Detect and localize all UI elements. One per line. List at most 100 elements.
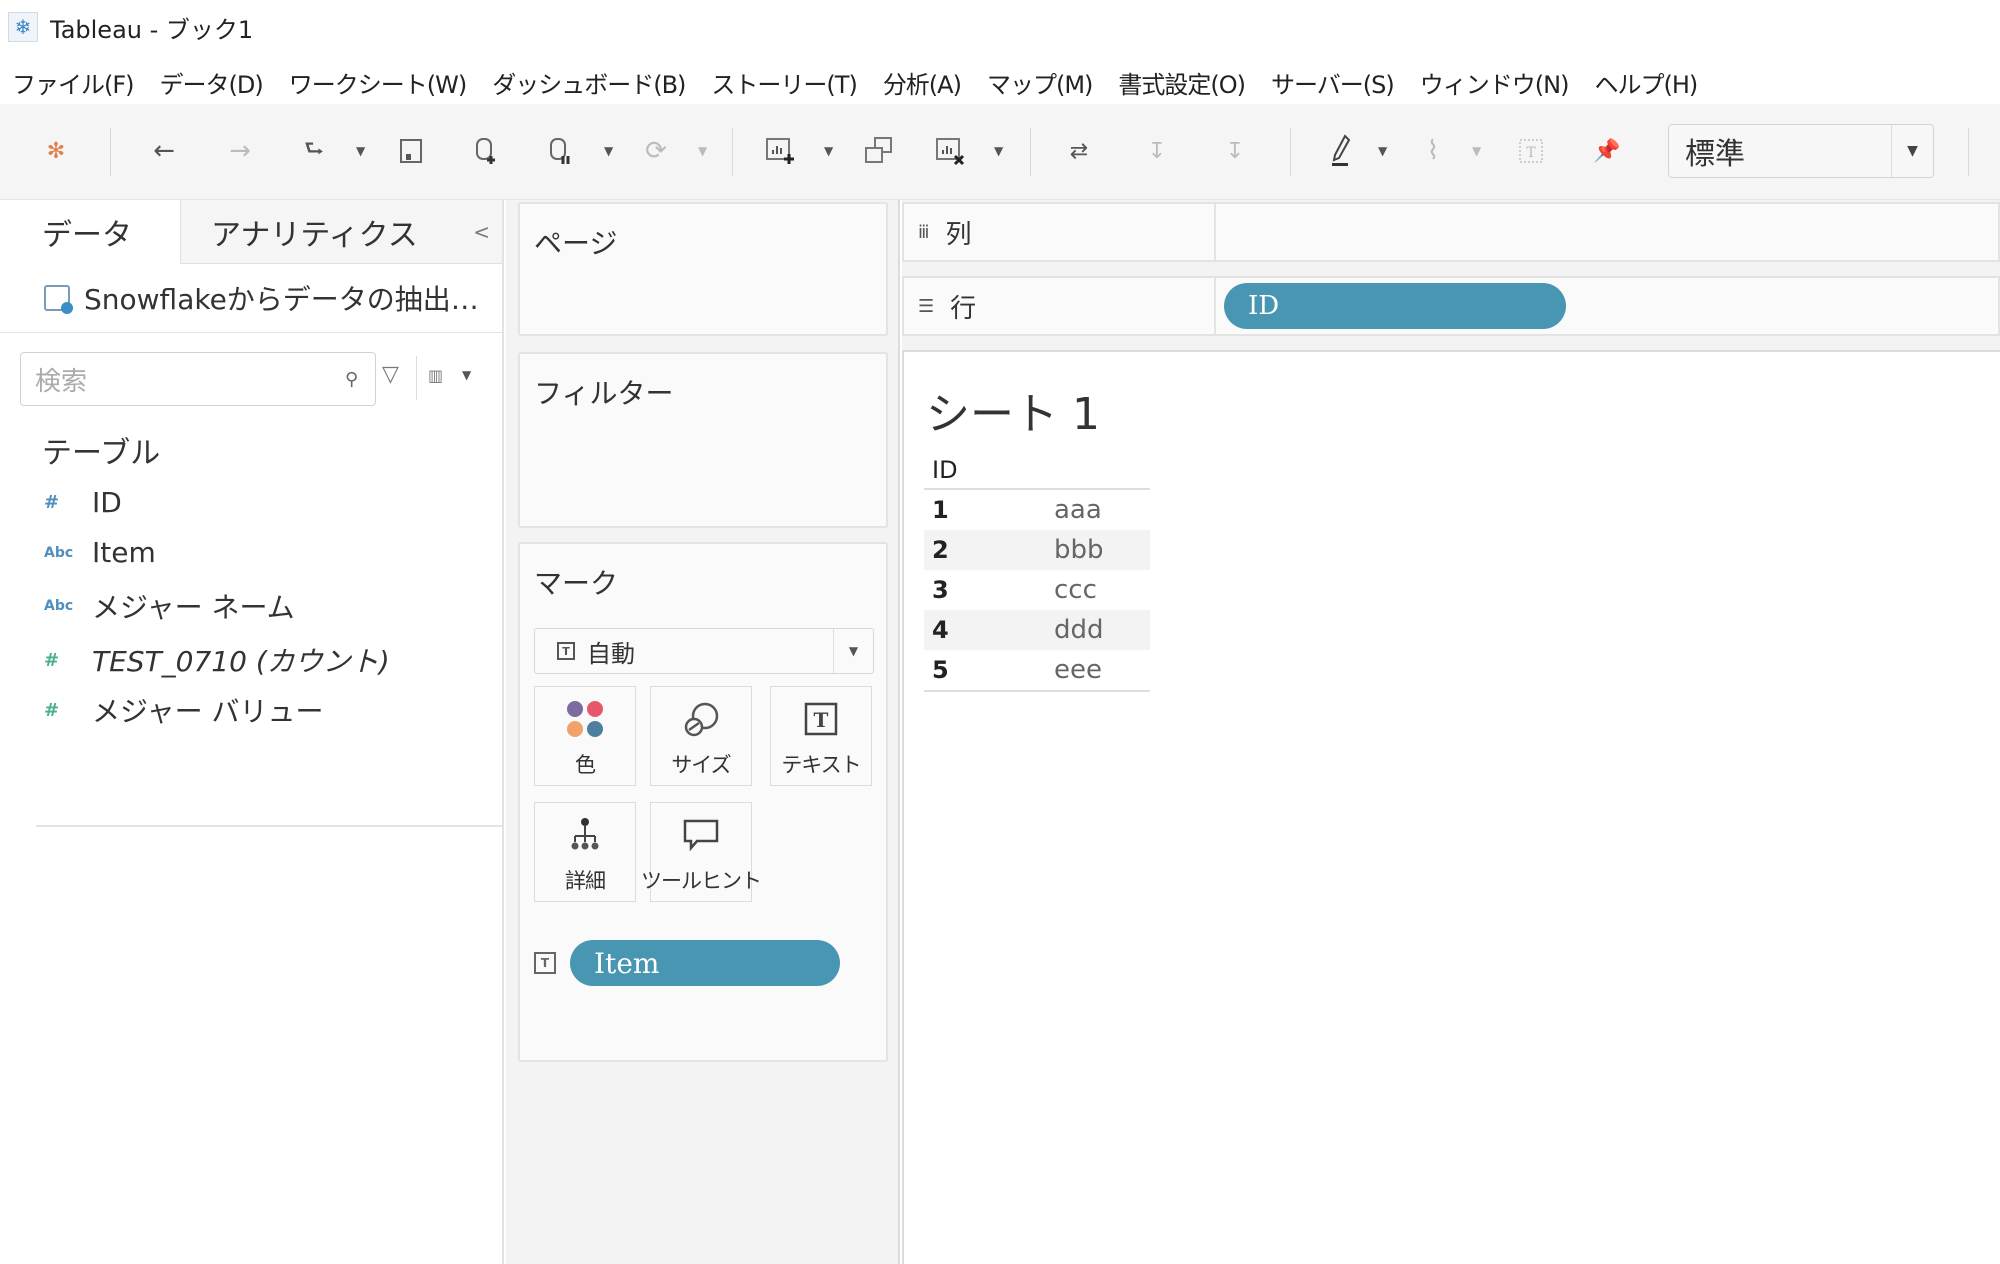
refresh-dropdown-caret[interactable]: ▼ [698, 144, 707, 158]
save-icon[interactable] [396, 126, 426, 176]
toolbar-separator [110, 128, 111, 176]
new-datasource-icon[interactable] [472, 126, 502, 176]
sort-descending-icon[interactable]: ↧ [1218, 126, 1252, 176]
highlight-dropdown-caret[interactable]: ▼ [1378, 144, 1387, 158]
new-worksheet-icon[interactable] [764, 126, 798, 176]
color-swatch [567, 720, 583, 737]
swap-rows-columns-icon[interactable]: ⇄ [1062, 126, 1096, 176]
mark-type-select[interactable]: T 自動 ▼ [534, 628, 874, 674]
marks-text-button[interactable]: T テキスト [770, 686, 872, 786]
field-measure-values[interactable]: # メジャー バリュー [44, 690, 324, 730]
new-worksheet-dropdown-caret[interactable]: ▼ [824, 144, 833, 158]
fix-axes-icon[interactable]: 📌 [1592, 126, 1622, 176]
extract-datasource-icon [44, 285, 73, 314]
menu-window[interactable]: ウィンドウ(N) [1420, 65, 1570, 100]
replay-dropdown-caret[interactable]: ▼ [356, 144, 365, 158]
sort-ascending-icon[interactable]: ↧ [1140, 126, 1174, 176]
rows-shelf[interactable]: ☰ 行 ID [902, 276, 2000, 336]
table-row[interactable]: 2 bbb [924, 530, 1150, 570]
menu-server[interactable]: サーバー(S) [1271, 65, 1395, 100]
filter-fields-icon[interactable]: ▽ [382, 362, 399, 387]
highlight-icon[interactable] [1326, 126, 1356, 176]
id-pill[interactable]: ID [1224, 283, 1566, 329]
columns-shelf[interactable]: ⅲ 列 [902, 202, 2000, 262]
menu-worksheet[interactable]: ワークシート(W) [289, 65, 467, 100]
color-swatch [586, 720, 603, 737]
redo-icon[interactable]: → [222, 126, 258, 176]
filters-card[interactable]: フィルター [518, 352, 888, 528]
pages-card-title: ページ [534, 227, 618, 260]
duplicate-sheet-icon[interactable] [862, 126, 896, 176]
data-pane-tabs: データ アナリティクス < [0, 200, 502, 264]
table-header[interactable]: ID [924, 452, 1150, 490]
table-row[interactable]: 4 ddd [924, 610, 1150, 650]
refresh-icon[interactable]: ⟳ [640, 126, 672, 176]
worksheet-canvas: シート 1 ID 1 aaa 2 bbb 3 ccc 4 ddd 5 eee [902, 350, 2000, 1264]
menu-dashboard[interactable]: ダッシュボード(B) [492, 65, 686, 100]
group-members-icon[interactable]: ⌇ [1418, 126, 1448, 176]
table-row[interactable]: 5 eee [924, 650, 1150, 690]
show-labels-icon[interactable]: T [1514, 126, 1548, 176]
undo-icon[interactable]: ← [146, 126, 182, 176]
item-pill[interactable]: Item [570, 940, 840, 986]
chevron-down-icon[interactable]: ▼ [1891, 125, 1933, 177]
datasource-name: Snowflakeからデータの抽出… [84, 283, 479, 316]
pages-card[interactable]: ページ [518, 202, 888, 336]
group-dropdown-caret[interactable]: ▼ [1472, 144, 1481, 158]
field-name: Item [92, 536, 156, 569]
datasource-item[interactable]: Snowflakeからデータの抽出… [44, 278, 479, 318]
table-row[interactable]: 3 ccc [924, 570, 1150, 610]
tooltip-icon [651, 817, 751, 853]
table-row[interactable]: 1 aaa [924, 490, 1150, 530]
view-options-icon[interactable]: ▥ [428, 366, 443, 385]
clear-sheet-icon[interactable] [934, 126, 968, 176]
row-item: eee [1054, 655, 1102, 685]
clear-sheet-dropdown-caret[interactable]: ▼ [994, 144, 1003, 158]
string-type-icon: Abc [44, 598, 74, 614]
fit-select[interactable]: 標準 ▼ [1668, 124, 1934, 178]
field-id[interactable]: # ID [44, 486, 122, 519]
menu-format[interactable]: 書式設定(O) [1118, 65, 1246, 100]
divider [0, 332, 502, 333]
menu-map[interactable]: マップ(M) [987, 65, 1093, 100]
title-bar: ❄ Tableau - ブック1 [0, 0, 2000, 54]
menu-data[interactable]: データ(D) [160, 65, 264, 100]
table-bottom-border [924, 690, 1150, 692]
mark-type-value: 自動 [587, 639, 635, 668]
table-section-title: テーブル [42, 436, 161, 471]
chevron-down-icon[interactable]: ▼ [833, 629, 873, 673]
columns-label: 列 [945, 219, 972, 250]
number-type-icon: # [44, 649, 60, 671]
menu-story[interactable]: ストーリー(T) [711, 65, 857, 100]
collapse-pane-icon[interactable]: < [473, 220, 490, 244]
marks-detail-button[interactable]: 詳細 [534, 802, 636, 902]
rows-shelf-label: ☰ 行 [904, 278, 1216, 334]
row-id: 1 [932, 496, 949, 524]
marks-size-button[interactable]: サイズ [650, 686, 752, 786]
tab-data[interactable]: データ [0, 200, 180, 264]
data-pane: データ アナリティクス < Snowflakeからデータの抽出… 検索 ⚲ ▽ … [0, 200, 504, 1264]
window-title: Tableau - ブック1 [50, 15, 254, 44]
marks-button-label: 詳細 [565, 869, 606, 893]
marks-tooltip-button[interactable]: ツールヒント [641, 802, 762, 902]
columns-icon: ⅲ [918, 221, 930, 243]
marks-color-button[interactable]: 色 [534, 686, 636, 786]
row-item: aaa [1054, 495, 1102, 525]
sheet-title[interactable]: シート 1 [926, 378, 1100, 442]
field-item[interactable]: Abc Item [44, 536, 156, 569]
replay-icon[interactable]: ⮑ [296, 126, 332, 176]
marks-card: マーク T 自動 ▼ 色 サイズ T テキスト 詳細 ツールヒント T Item [518, 542, 888, 1062]
color-swatch [567, 701, 583, 717]
marks-button-label: ツールヒント [641, 869, 762, 893]
tab-analytics[interactable]: アナリティクス [180, 200, 502, 264]
menu-file[interactable]: ファイル(F) [12, 65, 135, 100]
search-input[interactable]: 検索 ⚲ [20, 352, 376, 406]
pause-updates-icon[interactable] [546, 126, 576, 176]
field-test-count[interactable]: # TEST_0710 (カウント) [44, 640, 390, 680]
tableau-logo-icon[interactable]: ✻ [36, 126, 76, 176]
menu-help[interactable]: ヘルプ(H) [1594, 65, 1698, 100]
view-options-caret[interactable]: ▼ [462, 368, 471, 382]
field-measure-names[interactable]: Abc メジャー ネーム [44, 586, 295, 626]
pause-dropdown-caret[interactable]: ▼ [604, 144, 613, 158]
menu-analysis[interactable]: 分析(A) [883, 65, 962, 100]
